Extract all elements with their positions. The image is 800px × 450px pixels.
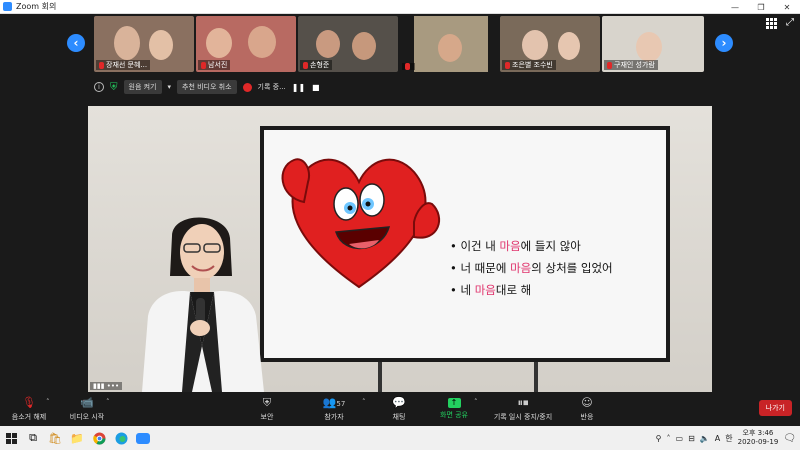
recording-status: 기록 중... [257, 83, 286, 91]
share-screen-button[interactable]: ↑ 화면 공유 [436, 394, 472, 424]
mic-off-icon [99, 61, 104, 69]
gallery-view-icon[interactable] [766, 18, 777, 29]
recording-icon [242, 82, 252, 92]
chevron-right-icon[interactable]: › [715, 34, 733, 52]
chat-button[interactable]: 💬 채팅 [384, 394, 414, 424]
info-icon[interactable]: i [94, 82, 104, 92]
original-sound-button[interactable]: 원음 켜기 [123, 80, 162, 94]
chevron-up-icon[interactable]: ˄ [474, 398, 478, 406]
people-icon: 👥57 [322, 396, 346, 409]
chevron-up-icon[interactable]: ˄ [46, 398, 50, 406]
stop-recording-button[interactable]: ■ [310, 83, 322, 92]
meeting-controls: 🎙 음소거 해제 ˄ 📹 비디오 시작 ˄ ⛨ 보안 👥57 참가자 ˄ 💬 채… [0, 392, 800, 426]
close-button[interactable]: ✕ [774, 0, 800, 14]
network-icon[interactable]: ⊟ [688, 434, 695, 443]
mic-off-icon [607, 61, 612, 69]
store-icon[interactable]: 🛍 [44, 426, 66, 450]
participant-name: 장재선 문혜... [96, 60, 151, 70]
mic-muted-icon: 🎙 [22, 396, 36, 409]
emoji-icon: ☺ [581, 396, 593, 409]
encryption-shield-icon[interactable]: ⛨ [110, 82, 118, 93]
presentation-screen: • 이건 내 마음에 들지 않아 • 너 때문에 마음의 상처를 입었어 • 네… [260, 126, 670, 362]
participant-name: 구재인 성가람 [604, 60, 658, 70]
mic-off-icon [405, 63, 410, 70]
participant-tile[interactable]: 조은별 조수빈 [500, 16, 600, 72]
unpin-video-button[interactable]: 추천 비디오 취소 [177, 80, 237, 94]
participant-name: 손형준 [300, 60, 333, 70]
chevron-down-icon[interactable]: ▾ [168, 83, 172, 91]
fullscreen-icon[interactable]: ⤢ [786, 17, 794, 28]
slide-bullet: • 네 마음대로 해 [450, 283, 532, 297]
volume-icon[interactable]: 🔈 [700, 434, 710, 443]
title-bar: Zoom 회의 — ❐ ✕ [0, 0, 800, 14]
video-off-icon: 📹 [80, 396, 94, 409]
heart-character-image [281, 158, 441, 289]
meeting-info-bar: i ⛨ 원음 켜기 ▾ 추천 비디오 취소 기록 중... ❚❚ ■ [88, 76, 712, 98]
pause-stop-icon: ⏸⏹ [517, 396, 529, 409]
participant-tile[interactable]: 장재선 문혜... [94, 16, 194, 72]
start-video-button[interactable]: 📹 비디오 시작 [64, 394, 110, 424]
chevron-up-icon[interactable]: ˄ [362, 398, 366, 406]
participant-tile[interactable]: 구재인 성가람 [602, 16, 704, 72]
presenter-image [142, 217, 264, 392]
network-signal-icon[interactable]: ▮▮▮ ••• [90, 382, 123, 390]
participant-tile[interactable]: 손형준 [298, 16, 398, 72]
reactions-button[interactable]: ☺ 반응 [574, 394, 600, 424]
slide-bullet: • 이건 내 마음에 들지 않아 [450, 239, 581, 253]
pause-recording-button[interactable]: ❚❚ [292, 83, 305, 92]
pause-stop-recording-button[interactable]: ⏸⏹ 기록 일시 중지/중지 [488, 394, 558, 424]
zoom-app-icon [3, 2, 12, 11]
participant-name: 조은별 조수빈 [502, 60, 556, 70]
system-tray: ⚲ ˄ ▭ ⊟ 🔈 A 한 오후 3:46 2020-09-19 🗨 [656, 426, 800, 450]
zoom-window: Zoom 회의 — ❐ ✕ ‹ 장재선 문혜... 남서진 손형준 조은별 조수… [0, 0, 800, 450]
participant-name: 남서진 [198, 60, 231, 70]
security-button[interactable]: ⛨ 보안 [252, 394, 282, 424]
ime-language-indicator[interactable]: A [715, 434, 720, 443]
mic-off-icon [303, 61, 308, 69]
chevron-up-icon[interactable]: ˄ [667, 434, 671, 443]
maximize-button[interactable]: ❐ [748, 0, 774, 14]
chat-icon: 💬 [392, 396, 406, 409]
mic-off-icon [201, 61, 206, 69]
gallery-strip: ‹ 장재선 문혜... 남서진 손형준 조은별 조수빈 구재인 성가람 › ⤢ [0, 14, 800, 74]
speaker-video: • 이건 내 마음에 들지 않아 • 너 때문에 마음의 상처를 입었어 • 네… [88, 106, 712, 392]
clock[interactable]: 오후 3:46 2020-09-19 [738, 429, 779, 447]
windows-start-icon[interactable] [0, 426, 22, 450]
chrome-icon[interactable] [88, 426, 110, 450]
ime-mode-indicator[interactable]: 한 [725, 433, 732, 444]
participants-button[interactable]: 👥57 참가자 [314, 394, 354, 424]
participant-tile[interactable] [400, 16, 498, 72]
slide-bullet: • 너 때문에 마음의 상처를 입었어 [450, 261, 613, 275]
shield-icon: ⛨ [262, 396, 272, 409]
battery-icon[interactable]: ▭ [676, 434, 684, 443]
window-title: Zoom 회의 [16, 2, 57, 11]
zoom-taskbar-icon[interactable] [132, 426, 154, 450]
participant-tile[interactable]: 남서진 [196, 16, 296, 72]
file-explorer-icon[interactable]: 📁 [66, 426, 88, 450]
people-tray-icon[interactable]: ⚲ [656, 434, 662, 443]
task-view-icon[interactable]: ⧉ [22, 426, 44, 450]
notification-icon[interactable]: 🗨 [783, 433, 796, 444]
minimize-button[interactable]: — [722, 0, 748, 14]
participant-name [402, 63, 415, 70]
leave-button[interactable]: 나가기 [758, 400, 792, 416]
edge-icon[interactable] [110, 426, 132, 450]
mic-off-icon [505, 61, 510, 69]
chevron-up-icon[interactable]: ˄ [106, 398, 110, 406]
chevron-left-icon[interactable]: ‹ [67, 34, 85, 52]
windows-taskbar: ⧉ 🛍 📁 ⚲ ˄ ▭ ⊟ 🔈 A 한 오후 3:46 2020-09-19 🗨 [0, 426, 800, 450]
share-screen-icon: ↑ [447, 398, 461, 408]
